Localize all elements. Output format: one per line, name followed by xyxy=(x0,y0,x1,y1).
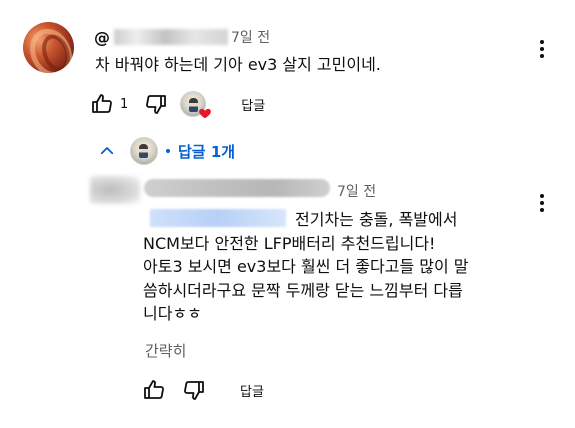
reply-text-line: 니다ㅎㅎ xyxy=(143,304,202,323)
thumb-down-icon xyxy=(184,381,204,400)
reply-text: 전기차는 충돌, 폭발에서 NCM보다 안전한 LFP배터리 추천드립니다! 아… xyxy=(143,208,538,326)
reply-dislike-button[interactable] xyxy=(180,376,208,404)
reply-text-line: 전기차는 충돌, 폭발에서 xyxy=(295,210,458,229)
comment-header: @ 7일 전 xyxy=(94,27,270,47)
separator-dot xyxy=(166,149,170,153)
comment-more-button[interactable] xyxy=(532,37,552,61)
reply-button[interactable]: 답글 xyxy=(241,95,265,114)
creator-avatar xyxy=(130,137,158,165)
replies-count: 답글 1개 xyxy=(178,142,236,161)
heart-icon xyxy=(199,108,212,119)
reply-handle-redacted[interactable] xyxy=(144,179,330,197)
dislike-button[interactable] xyxy=(142,90,170,118)
commenter-avatar[interactable] xyxy=(23,22,74,73)
reply-like-button[interactable] xyxy=(140,376,168,404)
replies-toggle[interactable]: 답글 1개 xyxy=(98,137,235,165)
thumb-up-icon xyxy=(144,380,164,399)
author-handle-redacted xyxy=(114,29,228,45)
reply-reply-button[interactable]: 답글 xyxy=(240,381,264,400)
reply-actions: 답글 xyxy=(140,376,264,404)
creator-heart-avatar[interactable] xyxy=(180,91,212,119)
chevron-up-icon xyxy=(100,147,114,155)
author-handle[interactable]: @ xyxy=(94,28,110,47)
reply-time[interactable]: 7일 전 xyxy=(337,181,376,201)
thumb-down-icon xyxy=(146,95,167,114)
like-count: 1 xyxy=(120,96,129,112)
comment-actions: 1 답글 xyxy=(88,90,265,119)
read-less-button[interactable]: 간략히 xyxy=(145,340,186,361)
comment-time[interactable]: 7일 전 xyxy=(231,27,270,47)
reply-text-line: 아토3 보시면 ev3보다 훨씬 더 좋다고들 많이 말 xyxy=(143,257,469,276)
thumb-up-icon xyxy=(92,94,112,113)
like-button[interactable] xyxy=(88,90,116,118)
reply-text-line: 씀하시더라구요 문짝 두께랑 닫는 느낌부터 다릅 xyxy=(143,280,463,300)
more-vert-icon xyxy=(540,194,544,198)
reply-text-line: NCM보다 안전한 LFP배터리 추천드립니다! xyxy=(143,233,436,253)
comment-text: 차 바꿔야 하는데 기아 ev3 살지 고민이네. xyxy=(95,55,381,74)
reply-avatar-redacted[interactable] xyxy=(90,176,140,204)
more-vert-icon xyxy=(540,40,544,44)
